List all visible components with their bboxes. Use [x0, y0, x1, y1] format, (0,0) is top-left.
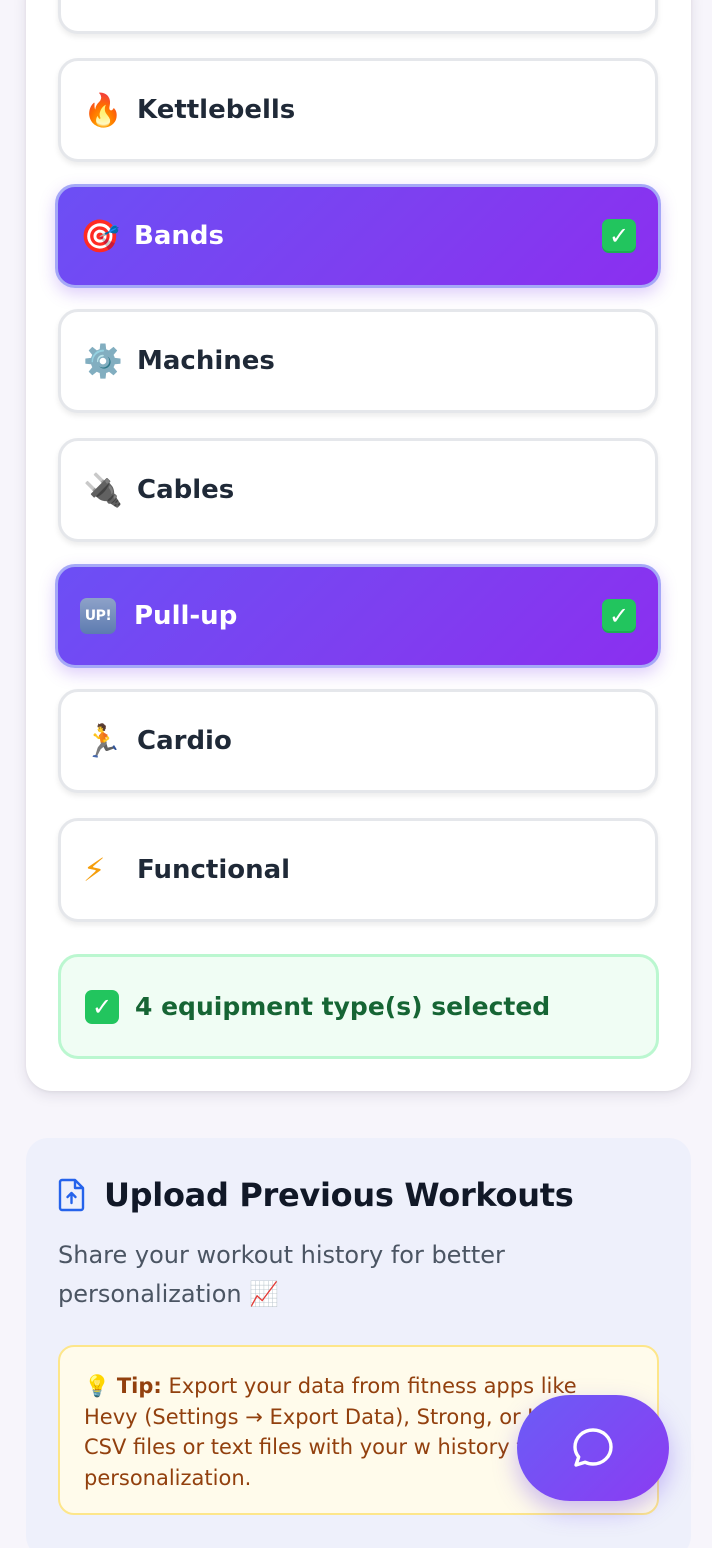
- fire-icon: 🔥: [83, 91, 123, 129]
- lightbulb-icon: 💡: [84, 1374, 111, 1398]
- selection-summary-text: 4 equipment type(s) selected: [135, 992, 551, 1021]
- equipment-option-functional[interactable]: ⚡ Functional ✓: [58, 818, 658, 922]
- selection-summary: ✓ 4 equipment type(s) selected: [58, 954, 659, 1059]
- check-icon: ✓: [602, 219, 636, 253]
- equipment-option-label: Cardio: [137, 726, 232, 756]
- equipment-option-bands[interactable]: 🎯 Bands ✓: [55, 184, 661, 288]
- equipment-option-label: Pull-up: [134, 601, 238, 631]
- equipment-option-label: Functional: [137, 855, 291, 885]
- target-icon: 🎯: [80, 217, 120, 255]
- tip-label: Tip:: [116, 1374, 162, 1398]
- equipment-option-label: Bands: [134, 221, 224, 251]
- equipment-option-partial[interactable]: [58, 0, 658, 34]
- equipment-option-pull-up[interactable]: UP! Pull-up ✓: [55, 564, 661, 668]
- equipment-option-label: Cables: [137, 475, 235, 505]
- check-icon: ✓: [85, 989, 119, 1024]
- plug-icon: 🔌: [83, 471, 123, 509]
- upload-title: Upload Previous Workouts: [104, 1176, 574, 1214]
- runner-icon: 🏃: [83, 722, 123, 760]
- lightning-icon: ⚡: [83, 851, 106, 889]
- equipment-option-label: Kettlebells: [137, 95, 296, 125]
- file-upload-icon: [58, 1178, 85, 1212]
- upload-title-row: Upload Previous Workouts: [58, 1176, 574, 1214]
- up-badge: UP!: [80, 598, 116, 634]
- gear-icon: ⚙️: [83, 342, 123, 380]
- equipment-card: [26, 0, 691, 1091]
- page: 🔥 Kettlebells ✓ 🎯 Bands ✓ ⚙️ Machines ✓ …: [0, 0, 712, 1548]
- up-badge-icon: UP!: [80, 598, 124, 634]
- check-icon: ✓: [602, 599, 636, 633]
- chat-bubble-icon: [573, 1428, 613, 1467]
- equipment-option-machines[interactable]: ⚙️ Machines ✓: [58, 309, 658, 413]
- equipment-option-kettlebells[interactable]: 🔥 Kettlebells ✓: [58, 58, 658, 162]
- equipment-option-cardio[interactable]: 🏃 Cardio ✓: [58, 689, 658, 793]
- equipment-option-label: Machines: [137, 346, 275, 376]
- upload-subtitle: Share your workout history for better pe…: [58, 1241, 505, 1308]
- equipment-option-cables[interactable]: 🔌 Cables ✓: [58, 438, 658, 542]
- chat-button[interactable]: [517, 1395, 669, 1501]
